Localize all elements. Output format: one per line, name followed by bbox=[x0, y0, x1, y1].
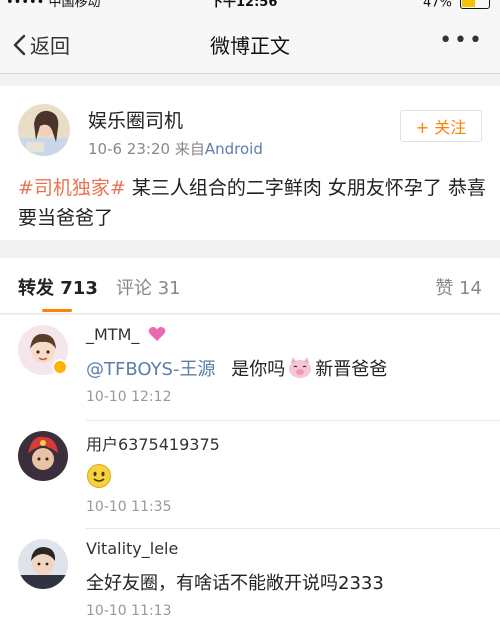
tab-like[interactable]: 赞 14 bbox=[435, 274, 482, 300]
post-source: Android bbox=[204, 140, 263, 158]
more-options-icon[interactable]: ••• bbox=[439, 28, 484, 53]
interaction-tabs: 转发 713 评论 31 赞 14 bbox=[0, 258, 500, 314]
follow-button[interactable]: + 关注 bbox=[400, 110, 482, 142]
status-right: 47% bbox=[423, 0, 490, 10]
heart-icon bbox=[149, 327, 166, 341]
poster-username[interactable]: 娱乐圈司机 bbox=[88, 106, 183, 133]
poster-avatar[interactable] bbox=[18, 104, 70, 156]
comment-time: 10-10 11:35 bbox=[86, 499, 172, 515]
mention-link[interactable]: @TFBOYS-王源 bbox=[86, 359, 215, 380]
list-item[interactable]: Vitality_lele 全好友圈，有啥话不能敞开说吗2333 10-10 1… bbox=[0, 529, 500, 637]
smile-emoji-icon bbox=[87, 464, 111, 488]
post-meta: 10-6 23:20 来自Android bbox=[88, 138, 263, 159]
comment-time: 10-10 12:12 bbox=[86, 389, 172, 405]
post-content: #司机独家# 某三人组合的二字鲜肉 女朋友怀孕了 恭喜要当爸爸了 bbox=[18, 173, 488, 233]
commenter-name-text: _MTM_ bbox=[86, 325, 140, 344]
commenter-avatar[interactable] bbox=[18, 539, 68, 589]
clock: 下午12:56 bbox=[210, 0, 278, 10]
battery-fill bbox=[462, 0, 476, 7]
battery-percent: 47% bbox=[422, 0, 452, 11]
list-item[interactable]: 用户6375419375 10-10 11:35 bbox=[0, 421, 500, 529]
tab-comment[interactable]: 评论 31 bbox=[116, 274, 181, 300]
avatar-image bbox=[18, 104, 70, 156]
avatar-image bbox=[18, 431, 68, 481]
comment-text-part2: 新晋爸爸 bbox=[315, 359, 388, 380]
active-tab-indicator bbox=[42, 309, 72, 312]
hashtag-link[interactable]: #司机独家# bbox=[18, 177, 126, 199]
verified-badge-icon bbox=[52, 359, 68, 375]
tab-repost[interactable]: 转发 713 bbox=[18, 274, 98, 300]
comment-text-part1: 是你吗 bbox=[231, 359, 286, 380]
commenter-name[interactable]: 用户6375419375 bbox=[86, 431, 220, 455]
comment-text bbox=[86, 463, 112, 494]
page-title: 微博正文 bbox=[210, 34, 290, 58]
commenter-name[interactable]: _MTM_ bbox=[86, 325, 166, 344]
nav-bar: 返回 微博正文 ••• bbox=[0, 12, 500, 74]
post-source-prefix: 来自 bbox=[174, 140, 205, 158]
repost-list: _MTM_ @TFBOYS-王源 是你吗 新晋爸爸 10-10 12:12 用户… bbox=[0, 315, 500, 637]
weibo-post: 娱乐圈司机 10-6 23:20 来自Android + 关注 #司机独家# 某… bbox=[0, 86, 500, 240]
comment-time: 10-10 11:13 bbox=[86, 603, 172, 619]
commenter-name[interactable]: Vitality_lele bbox=[86, 539, 178, 558]
comment-text: 全好友圈，有啥话不能敞开说吗2333 bbox=[86, 573, 384, 594]
pig-emoji-icon bbox=[289, 357, 312, 378]
commenter-avatar[interactable] bbox=[18, 431, 68, 481]
avatar-image bbox=[18, 539, 68, 589]
carrier-label: ••••• 中国移动 bbox=[6, 0, 101, 10]
status-bar: ••••• 中国移动 下午12:56 47% bbox=[0, 0, 500, 12]
comment-text: @TFBOYS-王源 是你吗 新晋爸爸 bbox=[86, 355, 387, 381]
battery-icon bbox=[460, 0, 490, 9]
post-time: 10-6 23:20 bbox=[88, 140, 171, 158]
list-item[interactable]: _MTM_ @TFBOYS-王源 是你吗 新晋爸爸 10-10 12:12 bbox=[0, 315, 500, 421]
